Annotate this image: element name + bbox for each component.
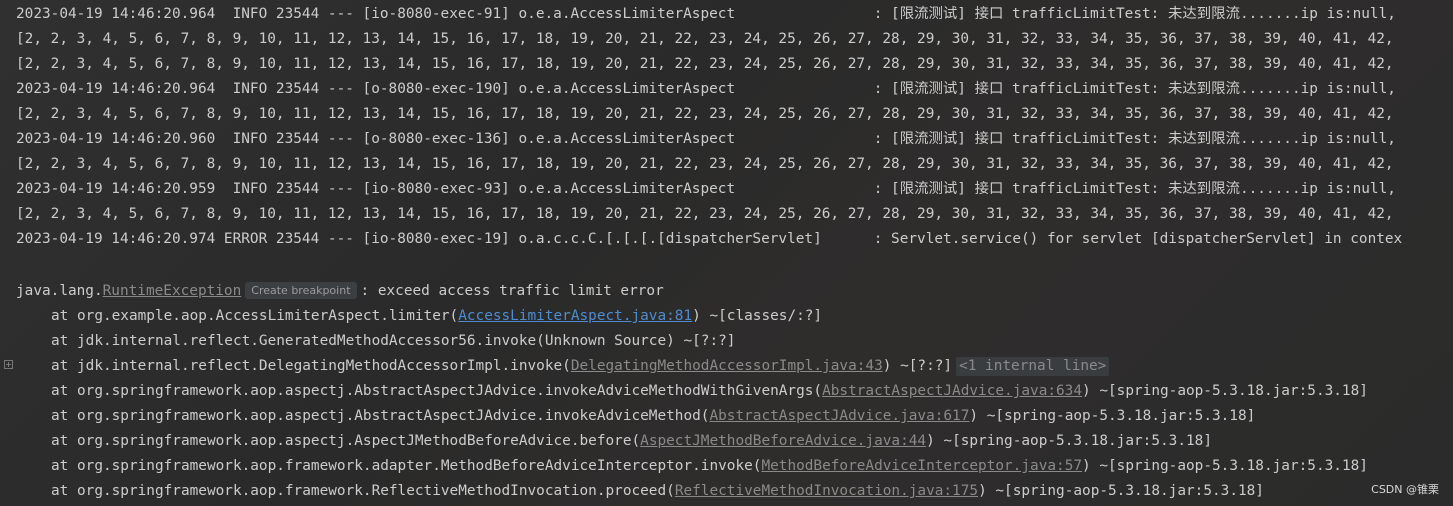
source-link[interactable]: DelegatingMethodAccessorImpl.java:43 <box>571 358 883 374</box>
log-line: 2023-04-19 14:46:20.964 INFO 23544 --- [… <box>16 81 1396 97</box>
source-link[interactable]: AbstractAspectJAdvice.java:634 <box>822 383 1082 399</box>
stack-frame-method: at org.example.aop.AccessLimiterAspect.l… <box>51 308 459 324</box>
stack-frame-method: at org.springframework.aop.aspectj.Abstr… <box>51 383 823 399</box>
log-line: 2023-04-19 14:46:20.960 INFO 23544 --- [… <box>16 131 1396 147</box>
stack-frame-suffix: ) ~[classes/:?] <box>692 308 823 324</box>
exception-class-link[interactable]: RuntimeException <box>103 283 242 299</box>
source-link[interactable]: MethodBeforeAdviceInterceptor.java:57 <box>761 458 1082 474</box>
source-link[interactable]: AbstractAspectJAdvice.java:617 <box>709 408 969 424</box>
exception-prefix: java.lang. <box>16 283 103 299</box>
log-line: [2, 2, 3, 4, 5, 6, 7, 8, 9, 10, 11, 12, … <box>16 206 1394 222</box>
stack-frame: at org.springframework.aop.framework.Ref… <box>51 479 1453 504</box>
log-line: [2, 2, 3, 4, 5, 6, 7, 8, 9, 10, 11, 12, … <box>16 31 1394 47</box>
stack-frame: at org.example.aop.AccessLimiterAspect.l… <box>51 304 1453 329</box>
stack-frame-suffix: ) ~[spring-aop-5.3.18.jar:5.3.18] <box>1082 458 1368 474</box>
folded-internal-lines[interactable]: <1 internal line> <box>956 357 1110 376</box>
log-line: [2, 2, 3, 4, 5, 6, 7, 8, 9, 10, 11, 12, … <box>16 106 1394 122</box>
stack-frame: at jdk.internal.reflect.DelegatingMethod… <box>51 354 1453 379</box>
stack-frame-method: at org.springframework.aop.framework.ada… <box>51 458 762 474</box>
stack-frame-suffix: ) ~[spring-aop-5.3.18.jar:5.3.18] <box>978 483 1264 499</box>
exception-line: java.lang.RuntimeException Create breakpo… <box>16 279 1453 304</box>
stack-frame: at org.springframework.aop.aspectj.Abstr… <box>51 379 1453 404</box>
stack-frame-suffix: ) ~[spring-aop-5.3.18.jar:5.3.18] <box>926 433 1212 449</box>
log-line: 2023-04-19 14:46:20.964 INFO 23544 --- [… <box>16 6 1396 22</box>
exception-message: : exceed access traffic limit error <box>360 283 664 299</box>
stack-frame-method: at org.springframework.aop.framework.Ref… <box>51 483 675 499</box>
source-link[interactable]: AspectJMethodBeforeAdvice.java:44 <box>640 433 926 449</box>
stack-frame-suffix: ) ~[spring-aop-5.3.18.jar:5.3.18] <box>1082 383 1368 399</box>
csdn-watermark: CSDN @锥栗 <box>1371 483 1439 496</box>
stack-frame-method: at org.springframework.aop.aspectj.Abstr… <box>51 408 710 424</box>
stack-frame-suffix: ) ~[spring-aop-5.3.18.jar:5.3.18] <box>969 408 1256 424</box>
stack-frame: at jdk.internal.reflect.GeneratedMethodA… <box>51 329 1453 354</box>
source-link[interactable]: AccessLimiterAspect.java:81 <box>458 308 692 324</box>
log-line-error: 2023-04-19 14:46:20.974 ERROR 23544 --- … <box>16 231 1403 247</box>
log-line: [2, 2, 3, 4, 5, 6, 7, 8, 9, 10, 11, 12, … <box>16 156 1394 172</box>
stack-frame-method: at jdk.internal.reflect.DelegatingMethod… <box>51 358 571 374</box>
stack-frame: at org.springframework.aop.aspectj.Aspec… <box>51 429 1453 454</box>
create-breakpoint-hint[interactable]: Create breakpoint <box>245 282 357 299</box>
console-output[interactable]: 2023-04-19 14:46:20.964 INFO 23544 --- [… <box>0 0 1453 506</box>
log-line: [2, 2, 3, 4, 5, 6, 7, 8, 9, 10, 11, 12, … <box>16 56 1394 72</box>
stack-frame-method: at org.springframework.aop.aspectj.Aspec… <box>51 433 641 449</box>
stack-frame-method: at jdk.internal.reflect.GeneratedMethodA… <box>51 333 736 349</box>
log-line: 2023-04-19 14:46:20.959 INFO 23544 --- [… <box>16 181 1396 197</box>
stack-frame: at org.springframework.aop.framework.ada… <box>51 454 1453 479</box>
fold-expand-icon[interactable]: + <box>4 360 13 369</box>
stack-frame-suffix: ) ~[?:?] <box>882 358 953 374</box>
stack-frame: at org.springframework.aop.aspectj.Abstr… <box>51 404 1453 429</box>
source-link[interactable]: ReflectiveMethodInvocation.java:175 <box>675 483 978 499</box>
